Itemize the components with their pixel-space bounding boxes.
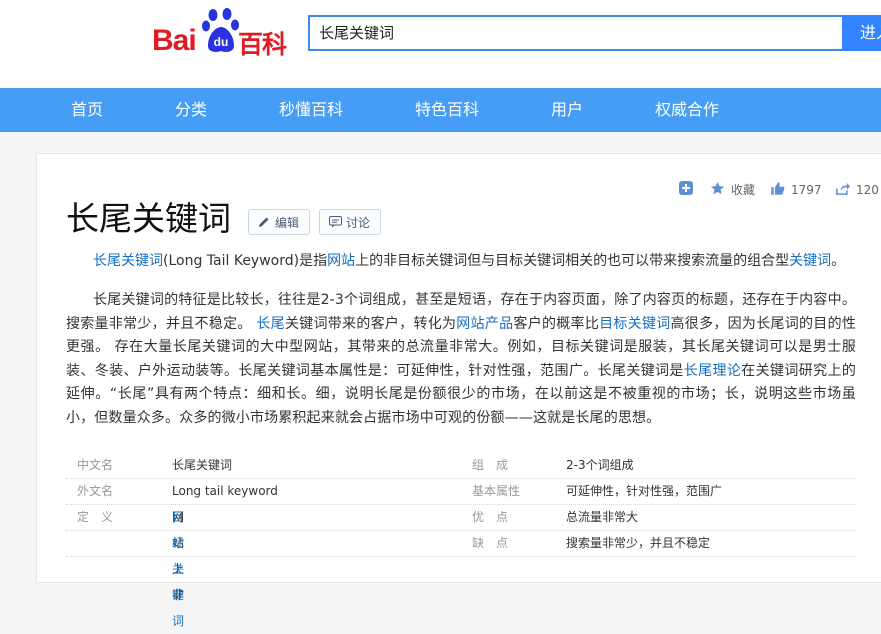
like-count: 1797 <box>791 183 822 197</box>
body-link-website-product[interactable]: 网站产品 <box>456 316 513 332</box>
body-link-long-tail[interactable]: 长尾 <box>256 316 285 332</box>
infobox-value: 长尾关键词 <box>172 458 233 472</box>
infobox-row: 定 义 网站上非 目标关键词 优 点 总流量非常大 <box>66 504 856 628</box>
infobox-label: 中文名 <box>77 458 114 472</box>
body-text: 客户的概率比 <box>513 315 600 332</box>
baidu-baike-logo[interactable]: Bai du 百科 <box>152 8 292 59</box>
body-link-long-tail-theory[interactable]: 长尾理论 <box>684 363 741 379</box>
share-icon[interactable] <box>835 181 850 196</box>
summary-link-keyword[interactable]: 关键词 <box>789 253 831 269</box>
infobox-label: 优 点 <box>472 510 509 524</box>
nav-item-second-baike[interactable]: 秒懂百科 <box>279 88 343 132</box>
discussion-icon <box>329 216 342 228</box>
infobox-label: 组 成 <box>472 458 509 472</box>
infobox-label: 基本属性 <box>472 484 521 498</box>
nav-item-special-baike[interactable]: 特色百科 <box>415 88 479 132</box>
nav-item-users[interactable]: 用户 <box>551 88 583 132</box>
summary-paragraph: 长尾关键词(Long Tail Keyword)是指网站上的非目标关键词但与目标… <box>66 250 856 274</box>
edit-button[interactable]: 编辑 <box>248 209 310 235</box>
thumbs-up-icon[interactable] <box>770 181 785 196</box>
logo-paw-text: du <box>214 35 229 49</box>
page-title: 长尾关键词 <box>66 199 231 238</box>
infobox-row: 中文名 长尾关键词 组 成 2-3个词组成 <box>66 452 856 479</box>
summary-link-website[interactable]: 网站 <box>327 253 355 269</box>
summary-text: (Long Tail Keyword)是指 <box>163 253 328 269</box>
infobox-label: 缺 点 <box>472 536 509 550</box>
search-enter-button[interactable]: 进入 <box>842 15 881 51</box>
logo-text-baike: 百科 <box>238 30 287 59</box>
nav-item-authority[interactable]: 权威合作 <box>655 88 719 132</box>
infobox-value: 可延伸性，针对性强，范围广 <box>566 484 723 498</box>
main-nav: 首页 分类 秒懂百科 特色百科 用户 权威合作 <box>0 88 881 132</box>
summary-text: 上的非目标关键词但与目标关键词相关的也可以带来搜索流量的组合型 <box>355 253 790 269</box>
nav-item-home[interactable]: 首页 <box>71 88 103 132</box>
body-text: 关键词带来的客户，转化为 <box>284 315 457 332</box>
header-bar: Bai du 百科 长尾关键词 进入 <box>0 0 881 88</box>
logo-text-bai: Bai <box>152 24 197 57</box>
discuss-button-label: 讨论 <box>346 216 371 230</box>
infobox-link-target-keyword[interactable]: 目标关键词 <box>172 504 184 634</box>
share-count: 120 <box>856 183 879 197</box>
pencil-icon <box>259 217 269 227</box>
summary-link-long-tail-keyword[interactable]: 长尾关键词 <box>93 253 163 269</box>
infobox-row: 缺 点 搜索量非常少，并且不稳定 <box>66 530 856 557</box>
search-input[interactable]: 长尾关键词 <box>308 15 842 51</box>
edit-button-label: 编辑 <box>275 216 300 230</box>
summary-text: 。 <box>831 253 846 269</box>
infobox-row: 外文名 Long tail keyword 基本属性 可延伸性，针对性强，范围广 <box>66 478 856 505</box>
nav-item-category[interactable]: 分类 <box>175 88 207 132</box>
body-paragraph: 长尾关键词的特征是比较长，往往是2-3个词组成，甚至是短语，存在于内容页面，除了… <box>66 289 856 430</box>
star-icon[interactable] <box>710 181 725 196</box>
infobox-value: 总流量非常大 <box>566 510 639 524</box>
infobox-value: 搜索量非常少，并且不稳定 <box>566 536 711 550</box>
infobox-label: 外文名 <box>77 484 114 498</box>
body-link-target-keyword[interactable]: 目标关键词 <box>599 316 670 332</box>
add-icon[interactable] <box>679 181 693 195</box>
infobox-label: 定 义 <box>77 510 114 524</box>
collect-label[interactable]: 收藏 <box>731 182 755 198</box>
infobox-value: 2-3个词组成 <box>566 458 634 472</box>
baidu-paw-icon: du <box>202 8 239 52</box>
infobox-value: Long tail keyword <box>172 484 278 498</box>
discuss-button[interactable]: 讨论 <box>319 209 381 235</box>
